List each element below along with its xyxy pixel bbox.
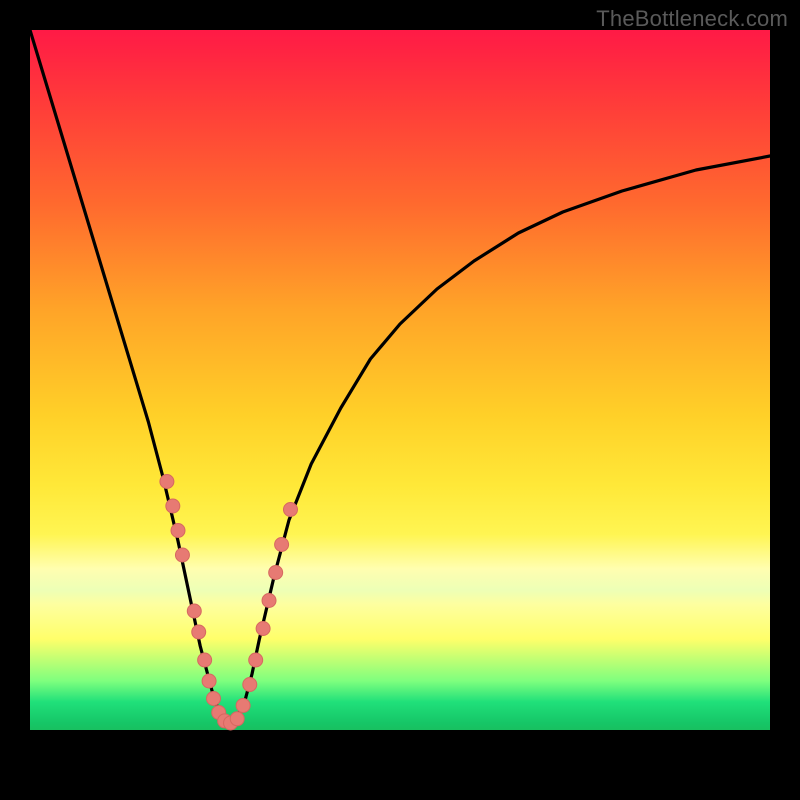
frame: TheBottleneck.com xyxy=(0,0,800,800)
plot-area xyxy=(30,30,770,770)
watermark-text: TheBottleneck.com xyxy=(596,6,788,32)
heat-gradient xyxy=(30,30,770,730)
